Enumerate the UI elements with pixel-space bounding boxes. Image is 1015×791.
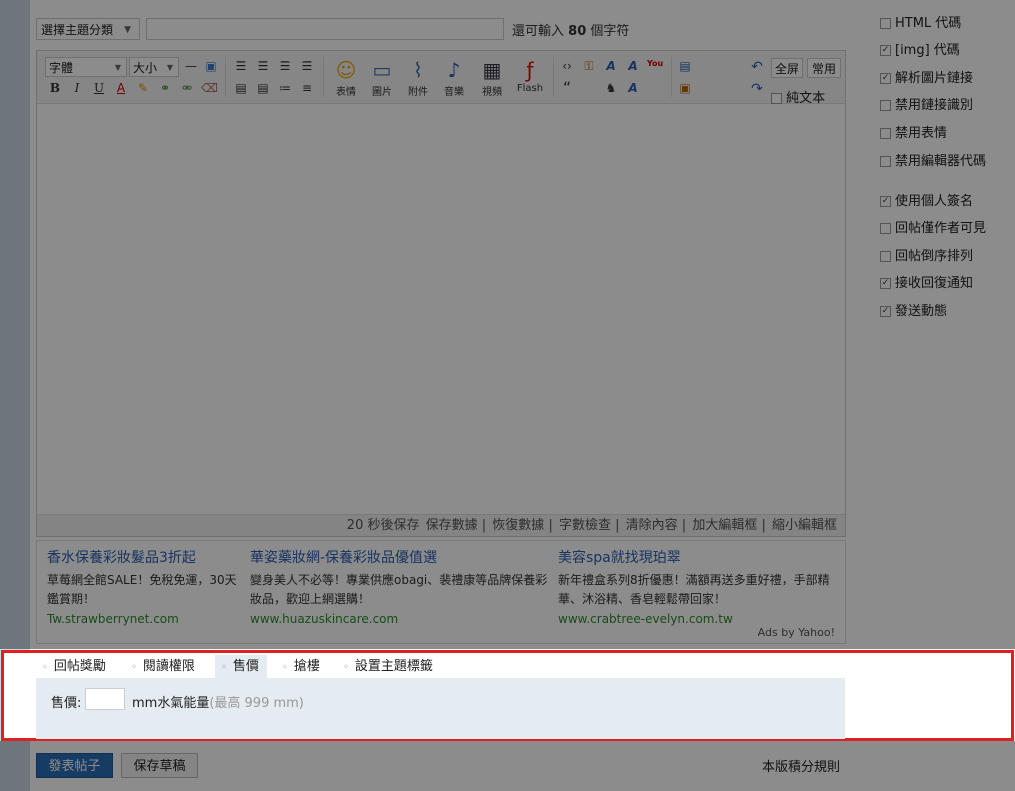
price-input[interactable] <box>85 688 125 710</box>
tab-label: 閱讀權限 <box>142 659 195 674</box>
tab-reply-reward[interactable]: ◦ 回帖獎勵 <box>36 655 114 679</box>
tab-topic-tags[interactable]: ◦ 設置主題標籤 <box>337 655 441 679</box>
bullet-icon: ◦ <box>42 662 48 673</box>
bullet-icon: ◦ <box>282 662 288 673</box>
tab-floor-grab[interactable]: ◦ 搶樓 <box>276 655 328 679</box>
bullet-icon: ◦ <box>221 662 227 673</box>
tab-label: 設置主題標籤 <box>354 659 433 674</box>
bullet-icon: ◦ <box>131 662 137 673</box>
price-label: 售價: <box>51 696 82 711</box>
tab-label: 售價 <box>232 659 259 674</box>
dim-overlay <box>0 0 1015 649</box>
tab-price[interactable]: ◦ 售價 <box>215 655 267 679</box>
price-max-note: (最高 999 mm) <box>209 696 304 711</box>
price-unit-text: mm水氣能量 <box>132 696 210 711</box>
bullet-icon: ◦ <box>343 662 349 673</box>
price-unit: mm水氣能量(最高 999 mm) <box>132 692 304 711</box>
tab-label: 搶樓 <box>293 659 320 674</box>
price-panel: 售價: mm水氣能量(最高 999 mm) <box>36 678 845 739</box>
tab-read-permission[interactable]: ◦ 閱讀權限 <box>125 655 203 679</box>
tab-label: 回帖獎勵 <box>53 659 106 674</box>
dim-overlay <box>0 741 1015 791</box>
